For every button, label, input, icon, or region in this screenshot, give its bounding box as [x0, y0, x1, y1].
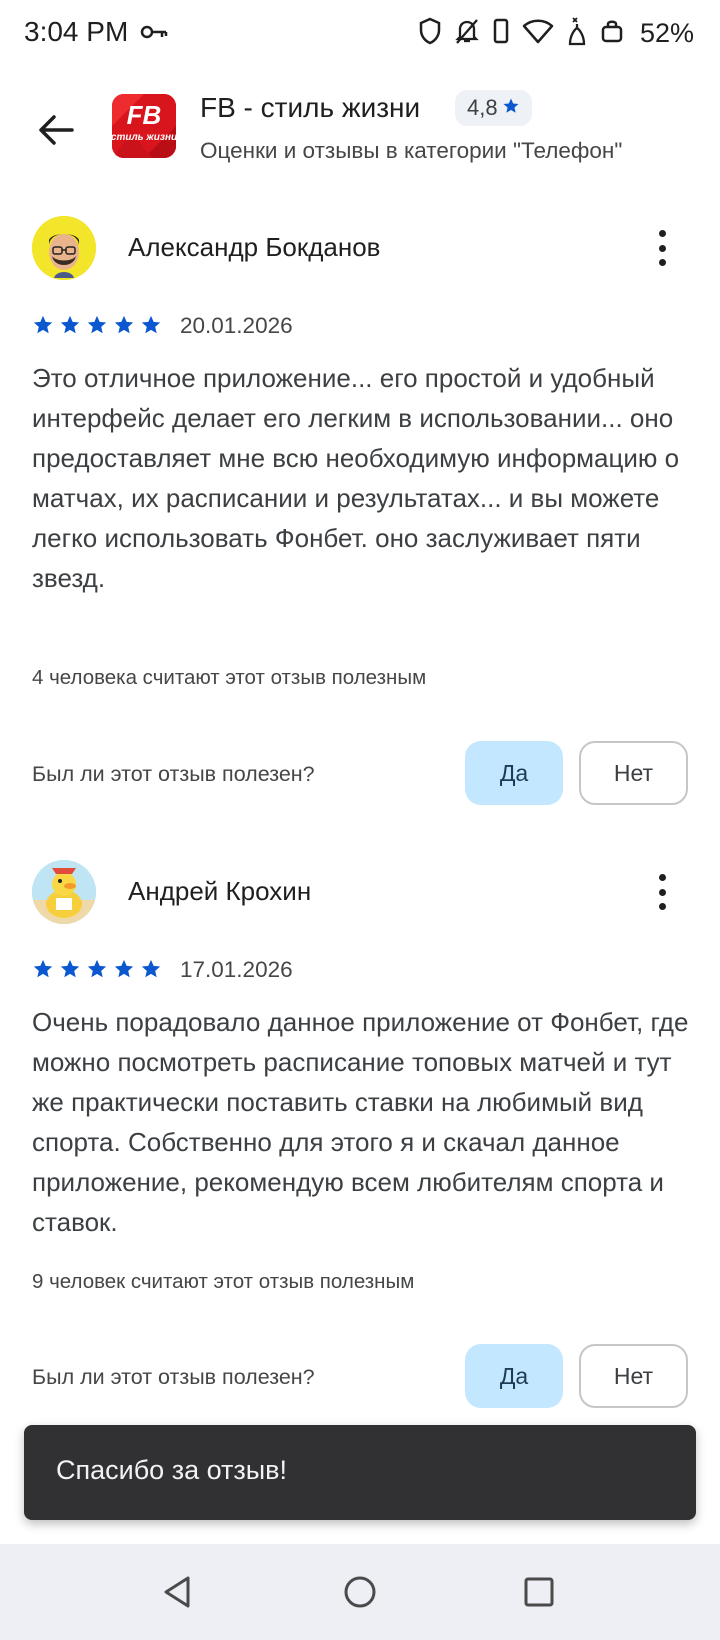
review-author: Андрей Крохин	[128, 876, 312, 906]
rating-value: 4,8	[467, 95, 498, 120]
nav-recents-button[interactable]	[517, 1570, 561, 1614]
more-options-button[interactable]	[648, 870, 676, 914]
helpful-question: Был ли этот отзыв полезен?	[32, 1365, 315, 1389]
review-text: Очень порадовало данное приложение от Фо…	[32, 1007, 689, 1237]
rating-chip: 4,8	[455, 90, 532, 126]
star-icon	[33, 315, 53, 334]
app-header: FB стиль жизни FB - стиль жизни 4,8 Оцен…	[0, 80, 720, 190]
star-icon	[33, 959, 53, 978]
back-button[interactable]	[30, 104, 82, 156]
app-subtitle: Оценки и отзывы в категории "Телефон"	[200, 138, 623, 163]
star-icon	[87, 315, 107, 334]
avatar	[32, 860, 96, 924]
battery-percent: 52%	[639, 18, 694, 48]
nav-home-button[interactable]	[338, 1570, 382, 1614]
star-icon	[60, 315, 80, 334]
review-text: Это отличное приложение... его простой и…	[32, 363, 680, 593]
svg-text:стиль жизни: стиль жизни	[112, 132, 176, 143]
review-date: 17.01.2026	[180, 957, 293, 982]
snackbar: Спасибо за отзыв!	[24, 1425, 696, 1520]
helpful-yes-button[interactable]: Да	[465, 1344, 563, 1408]
wifi-icon	[522, 18, 554, 49]
system-nav-bar	[0, 1544, 720, 1640]
star-icon	[87, 959, 107, 978]
square-recents-icon	[524, 1577, 554, 1607]
bag-icon	[600, 18, 624, 49]
key-icon	[140, 22, 168, 47]
circle-home-icon	[344, 1576, 376, 1608]
status-time: 3:04 PM	[24, 16, 129, 47]
triangle-back-icon	[164, 1576, 190, 1608]
status-icons: 52%	[418, 16, 694, 51]
helpful-count: 4 человека считают этот отзыв полезным	[32, 666, 427, 689]
nav-back-button[interactable]	[155, 1570, 199, 1614]
vibrate-icon	[492, 17, 510, 50]
helpful-no-button[interactable]: Нет	[579, 741, 688, 805]
bell-off-icon	[454, 17, 480, 50]
star-rating	[32, 958, 162, 980]
star-rating	[32, 314, 162, 336]
snackbar-message: Спасибо за отзыв!	[56, 1455, 288, 1485]
helpful-yes-button[interactable]: Да	[465, 741, 563, 805]
helpful-no-button[interactable]: Нет	[579, 1344, 688, 1408]
star-icon	[114, 315, 134, 334]
star-icon	[141, 315, 161, 334]
helpful-question: Был ли этот отзыв полезен?	[32, 762, 315, 786]
review-author: Александр Бокданов	[128, 232, 381, 262]
app-title: FB - стиль жизни	[200, 92, 421, 123]
star-icon	[114, 959, 134, 978]
more-options-button[interactable]	[648, 226, 676, 270]
svg-text:FB: FB	[127, 100, 162, 130]
status-bar: 3:04 PM 52%	[0, 0, 720, 68]
arrow-left-icon	[39, 115, 74, 145]
shield-icon	[418, 17, 442, 50]
star-icon	[141, 959, 161, 978]
app-icon: FB стиль жизни	[112, 94, 176, 158]
star-icon	[502, 95, 520, 121]
signal-off-icon	[566, 16, 588, 51]
review-date: 20.01.2026	[180, 313, 293, 338]
avatar	[32, 216, 96, 280]
helpful-count: 9 человек считают этот отзыв полезным	[32, 1270, 415, 1293]
star-icon	[60, 959, 80, 978]
